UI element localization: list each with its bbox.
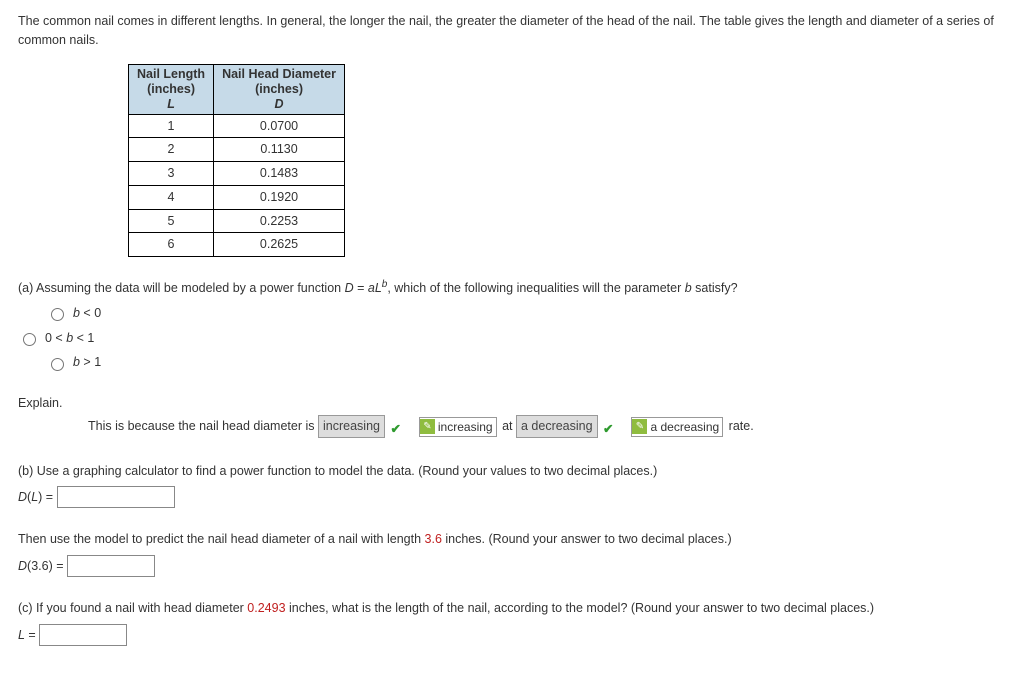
col-header-diameter: Nail Head Diameter (inches) D <box>214 64 345 114</box>
radio-0-lt-b-lt-1[interactable] <box>23 333 36 346</box>
table-row: 60.2625 <box>129 233 345 257</box>
answer-box-2[interactable]: a decreasing <box>516 415 598 438</box>
pin-icon: ✎ <box>632 419 647 434</box>
pin-icon: ✎ <box>420 419 435 434</box>
radio-label: b > 1 <box>73 353 101 372</box>
eq-label-DL: D <box>18 490 27 504</box>
alt-answer-2[interactable]: ✎a decreasing <box>631 417 723 437</box>
explain-label: Explain. <box>18 394 1006 413</box>
part-a-prompt: (a) Assuming the data will be modeled by… <box>18 277 1006 298</box>
table-row: 50.2253 <box>129 209 345 233</box>
col-header-length: Nail Length (inches) L <box>129 64 214 114</box>
explain-sentence: This is because the nail head diameter i… <box>88 415 1006 438</box>
part-c: (c) If you found a nail with head diamet… <box>18 599 1006 646</box>
diameter-value: 0.2493 <box>247 601 285 615</box>
input-power-function[interactable] <box>57 486 175 508</box>
part-a: (a) Assuming the data will be modeled by… <box>18 277 1006 372</box>
length-value: 3.6 <box>425 532 442 546</box>
intro-text: The common nail comes in different lengt… <box>18 12 1006 50</box>
part-b-then: Then use the model to predict the nail h… <box>18 530 1006 577</box>
check-icon: ✔ <box>603 420 617 434</box>
radio-label: b < 0 <box>73 304 101 323</box>
input-predicted-length[interactable] <box>39 624 127 646</box>
table-row: 10.0700 <box>129 114 345 138</box>
radio-label: 0 < b < 1 <box>45 329 94 348</box>
table-row: 30.1483 <box>129 162 345 186</box>
input-predicted-diameter[interactable] <box>67 555 155 577</box>
table-row: 20.1130 <box>129 138 345 162</box>
nail-data-table: Nail Length (inches) L Nail Head Diamete… <box>128 64 345 258</box>
answer-box-1[interactable]: increasing <box>318 415 385 438</box>
part-b: (b) Use a graphing calculator to find a … <box>18 462 1006 509</box>
part-b-prompt: (b) Use a graphing calculator to find a … <box>18 462 1006 481</box>
radio-b-gt-1[interactable] <box>51 358 64 371</box>
table-row: 40.1920 <box>129 185 345 209</box>
radio-b-lt-0[interactable] <box>51 308 64 321</box>
alt-answer-1[interactable]: ✎increasing <box>419 417 497 437</box>
check-icon: ✔ <box>390 420 404 434</box>
